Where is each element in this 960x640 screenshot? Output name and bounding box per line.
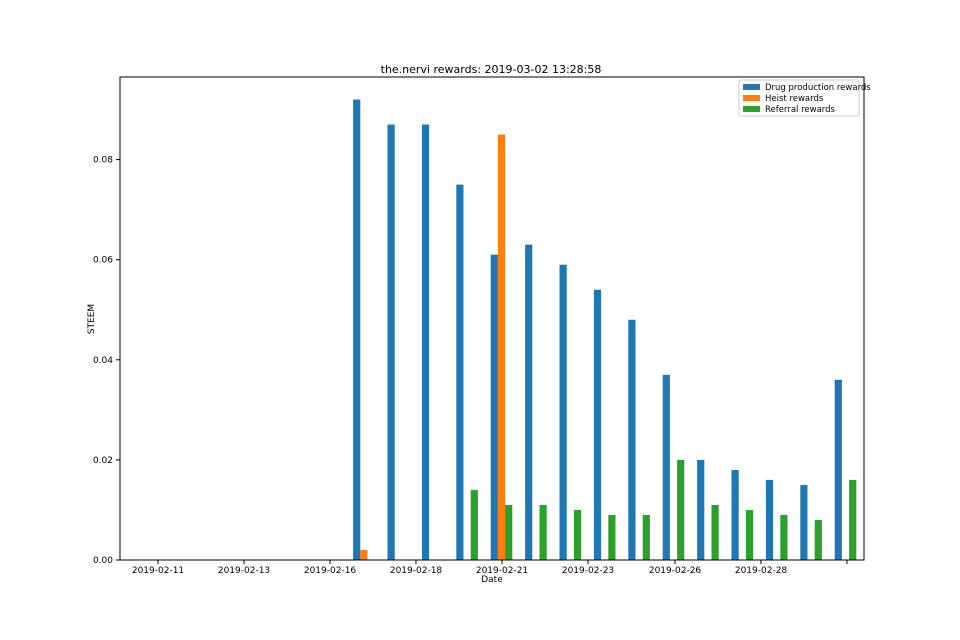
bar-drug-production-rewards-19 [800,484,808,560]
legend-label: Drug production rewards [765,83,871,93]
legend-swatch [743,106,760,112]
bar-drug-production-rewards-11 [525,244,533,561]
bar-drug-production-rewards-13 [593,289,602,560]
bars-layer [353,99,857,561]
bar-drug-production-rewards-8 [421,124,430,561]
legend: Drug production rewardsHeist rewardsRefe… [738,79,871,117]
bar-heist-rewards-6 [360,549,368,560]
bar-referral-rewards-10 [505,504,513,560]
legend-label: Heist rewards [765,94,824,104]
y-tick-label: 0.02 [93,456,113,466]
bar-referral-rewards-12 [573,509,582,560]
bar-referral-rewards-18 [780,514,788,560]
bar-drug-production-rewards-10 [490,254,498,560]
x-tick-label: 2019-02-23 [562,566,614,576]
legend-label: Referral rewards [765,105,836,115]
bar-drug-production-rewards-12 [559,264,567,560]
y-tick-label: 0.04 [93,356,113,366]
bar-drug-production-rewards-7 [387,124,395,561]
bar-referral-rewards-16 [711,504,719,560]
x-axis-ticks: 2019-02-11 2019-02-13 2019-02-16 2019-02-18… [132,560,848,576]
x-tick-label: 2019-02-11 [132,566,184,576]
y-axis-ticks: 0.00 0.02 0.04 0.06 0.08 [93,156,120,566]
bar-referral-rewards-13 [608,514,616,560]
bar-referral-rewards-20 [849,479,857,560]
y-tick-label: 0.08 [93,156,113,166]
bar-referral-rewards-15 [677,459,685,560]
x-axis-label: Date [481,575,503,585]
legend-swatch [743,84,760,90]
y-axis-label: STEEM [87,304,97,334]
bar-referral-rewards-11 [539,504,547,560]
bar-drug-production-rewards-14 [628,319,636,560]
x-tick-label: 2019-02-13 [218,566,270,576]
y-tick-label: 0.00 [93,556,113,566]
x-tick-label: 2019-02-18 [390,566,443,576]
chart-title: the.nervi rewards: 2019-03-02 13:28:58 [381,63,602,76]
bar-referral-rewards-9 [470,489,478,560]
bar-drug-production-rewards-20 [834,379,842,560]
legend-swatch [743,95,760,101]
bar-referral-rewards-14 [642,514,650,560]
bar-drug-production-rewards-16 [697,459,705,560]
x-tick-label: 2019-02-28 [735,566,788,576]
bar-drug-production-rewards-17 [731,469,739,560]
bar-heist-rewards-10 [497,134,506,560]
x-tick-label: 2019-02-26 [649,566,702,576]
y-tick-label: 0.06 [93,256,113,266]
bar-drug-production-rewards-9 [456,184,464,561]
bar-referral-rewards-19 [814,519,822,560]
bar-referral-rewards-17 [745,509,754,560]
x-tick-label: 2019-02-16 [304,566,357,576]
bar-drug-production-rewards-15 [662,374,670,560]
rewards-chart: the.nervi rewards: 2019-03-02 13:28:58 0… [87,63,871,585]
bar-drug-production-rewards-6 [353,99,361,561]
bar-drug-production-rewards-18 [765,479,774,560]
